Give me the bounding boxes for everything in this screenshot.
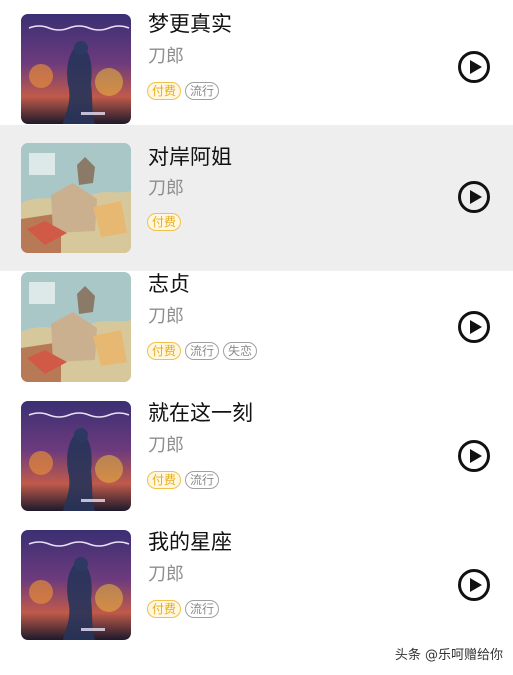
album-cover-image[interactable]	[21, 530, 131, 640]
paid-tag: 付费	[147, 82, 182, 100]
song-row[interactable]: 我的星座 刀郎 付费 流行	[0, 516, 513, 645]
artist-name: 刀郎	[148, 435, 184, 456]
song-title: 梦更真实	[148, 12, 232, 36]
paid-tag: 付费	[147, 471, 182, 489]
genre-tag: 流行	[185, 342, 220, 360]
artist-name: 刀郎	[148, 46, 184, 67]
genre-tag: 流行	[185, 82, 220, 100]
song-row[interactable]: 就在这一刻 刀郎 付费 流行	[0, 387, 513, 516]
album-cover-image[interactable]	[21, 14, 131, 124]
play-button[interactable]	[458, 51, 490, 83]
album-cover-image[interactable]	[21, 401, 131, 511]
tag-group: 付费	[147, 213, 182, 231]
song-row[interactable]: 对岸阿姐 刀郎 付费	[0, 125, 513, 271]
tag-group: 付费 流行 失恋	[147, 342, 258, 360]
play-circle-icon	[470, 578, 482, 592]
song-title: 就在这一刻	[148, 401, 253, 425]
song-title: 志贞	[148, 272, 190, 296]
album-cover-image[interactable]	[21, 143, 131, 253]
tag-group: 付费 流行	[147, 471, 220, 489]
paid-tag: 付费	[147, 600, 182, 618]
play-circle-icon	[470, 449, 482, 463]
song-title: 对岸阿姐	[148, 145, 232, 169]
artist-name: 刀郎	[148, 178, 184, 199]
album-cover-image[interactable]	[21, 272, 131, 382]
play-circle-icon	[470, 190, 482, 204]
play-button[interactable]	[458, 311, 490, 343]
play-button[interactable]	[458, 569, 490, 601]
artist-name: 刀郎	[148, 564, 184, 585]
genre-tag: 流行	[185, 471, 220, 489]
tag-group: 付费 流行	[147, 600, 220, 618]
genre-tag: 流行	[185, 600, 220, 618]
paid-tag: 付费	[147, 213, 182, 231]
song-title: 我的星座	[148, 530, 232, 554]
tag-group: 付费 流行	[147, 82, 220, 100]
genre-tag: 失恋	[223, 342, 258, 360]
play-button[interactable]	[458, 181, 490, 213]
paid-tag: 付费	[147, 342, 182, 360]
song-row[interactable]: 志贞 刀郎 付费 流行 失恋	[0, 258, 513, 387]
song-row[interactable]: 梦更真实 刀郎 付费 流行	[0, 0, 513, 129]
play-circle-icon	[470, 320, 482, 334]
play-button[interactable]	[458, 440, 490, 472]
artist-name: 刀郎	[148, 306, 184, 327]
watermark-text: 头条 @乐呵赠给你	[394, 648, 503, 663]
play-circle-icon	[470, 60, 482, 74]
